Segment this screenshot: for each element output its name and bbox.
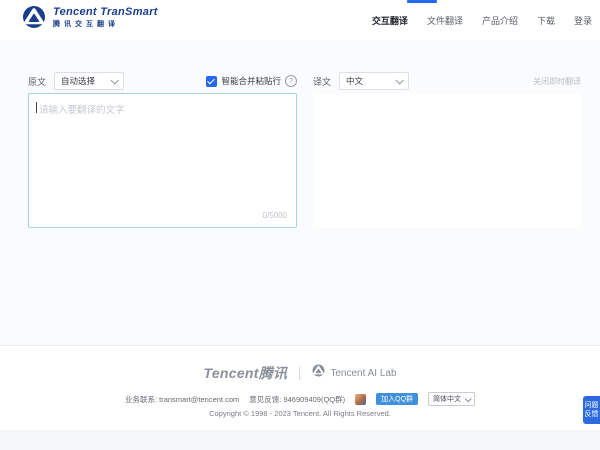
text-cursor (36, 102, 37, 113)
footer-contact-row: 业务联系: transmart@tencent.com 意见反馈: 946909… (0, 392, 600, 406)
footer-logos: Tencent腾讯 Tencent AI Lab (0, 363, 600, 383)
merge-paste-checkbox[interactable] (206, 76, 217, 87)
chevron-down-icon (465, 395, 472, 402)
source-text-input[interactable]: 请输入要翻译的文字 0/5000 (28, 93, 297, 228)
site-language-value: 简体中文 (433, 394, 461, 404)
feedback-contact: 意见反馈: 946909409(QQ群) (249, 394, 345, 405)
nav-item-interactive-translate[interactable]: 交互翻译 (372, 14, 408, 27)
help-icon[interactable]: ? (285, 75, 297, 87)
translation-output-panel (313, 93, 581, 228)
nav-item-product-intro[interactable]: 产品介绍 (482, 14, 518, 27)
tencent-logo: Tencent腾讯 (203, 363, 287, 383)
ai-lab-label: Tencent AI Lab (330, 368, 396, 379)
translator-main: 原文 自动选择 智能合并粘贴行 ? 译文 中文 关闭即时翻译 (0, 40, 600, 345)
target-label: 译文 (313, 75, 331, 88)
source-controls-row: 原文 自动选择 智能合并粘贴行 ? (28, 72, 297, 90)
chevron-down-icon (395, 76, 403, 84)
nav-item-file-translate[interactable]: 文件翻译 (427, 14, 463, 27)
tencent-ai-lab-logo: Tencent AI Lab (312, 364, 396, 382)
source-label: 原文 (28, 75, 46, 88)
nav-item-login[interactable]: 登录 (574, 14, 592, 27)
target-controls-row: 译文 中文 关闭即时翻译 (313, 72, 581, 90)
page-bottom-strip (0, 430, 600, 450)
target-language-select[interactable]: 中文 (339, 72, 409, 90)
issue-feedback-floating-button[interactable]: 问题 反馈 (583, 396, 600, 424)
chevron-down-icon (110, 76, 118, 84)
header: Tencent TranSmart 腾讯交互翻译 交互翻译 文件翻译 产品介绍 … (0, 0, 600, 40)
logo-divider (299, 367, 300, 380)
source-language-select[interactable]: 自动选择 (54, 72, 124, 90)
transmart-page: Tencent TranSmart 腾讯交互翻译 交互翻译 文件翻译 产品介绍 … (0, 0, 600, 450)
realtime-translate-toggle[interactable]: 关闭即时翻译 (533, 76, 581, 87)
feedback-button-line1: 问题 (585, 401, 599, 410)
business-contact: 业务联系: transmart@tencent.com (125, 394, 239, 405)
nav-item-download[interactable]: 下载 (537, 14, 555, 27)
brand-logo[interactable]: Tencent TranSmart 腾讯交互翻译 (22, 5, 158, 29)
copyright-text: Copyright © 1998 - 2023 Tencent. All Rig… (0, 409, 600, 418)
feedback-button-line2: 反馈 (585, 410, 599, 419)
source-language-value: 自动选择 (61, 75, 95, 87)
brand-title: Tencent TranSmart (53, 6, 158, 18)
transmart-logo-icon (22, 5, 46, 29)
join-qq-group-button[interactable]: 加入QQ群 (376, 393, 418, 405)
ai-lab-icon (312, 364, 325, 382)
top-nav: 交互翻译 文件翻译 产品介绍 下载 登录 (372, 0, 592, 40)
footer: Tencent腾讯 Tencent AI Lab 业务联系: transmart… (0, 345, 600, 430)
merge-paste-option: 智能合并粘贴行 ? (206, 75, 297, 87)
site-language-select[interactable]: 简体中文 (428, 392, 475, 406)
input-placeholder: 请输入要翻译的文字 (39, 102, 125, 116)
target-language-value: 中文 (346, 75, 363, 87)
qq-group-avatar (355, 394, 366, 405)
brand-subtitle: 腾讯交互翻译 (53, 19, 158, 29)
char-counter: 0/5000 (263, 211, 287, 220)
merge-paste-label: 智能合并粘贴行 (221, 75, 281, 87)
